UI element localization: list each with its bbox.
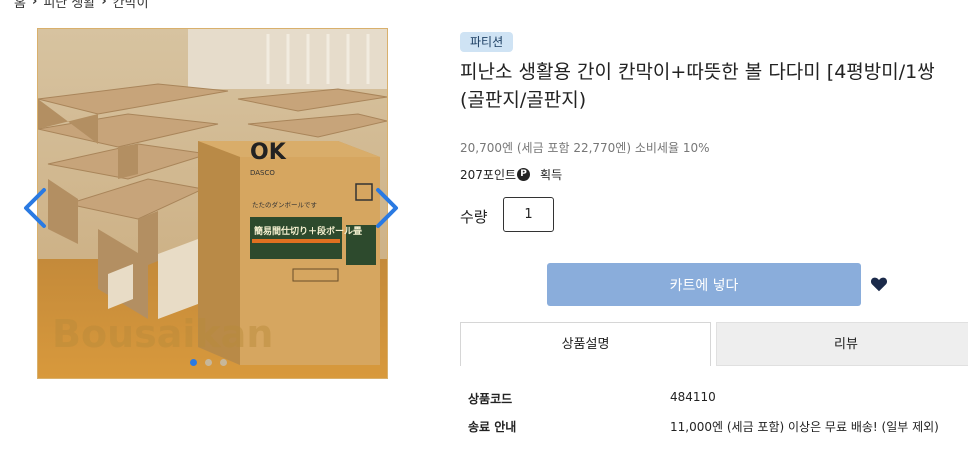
product-title: 피난소 생활용 간이 칸막이+따뜻한 볼 다다미 [4평방미/1쌍 (골판지/골… — [460, 58, 968, 114]
svg-text:簡易間仕切り＋段ボール畳: 簡易間仕切り＋段ボール畳 — [254, 225, 362, 237]
product-image[interactable]: OK DASCO たたのダンボールです 簡易間仕切り＋段ボール畳 Bousaik… — [37, 28, 388, 379]
svg-text:DASCO: DASCO — [250, 169, 275, 177]
chevron-right-icon: › — [31, 0, 38, 9]
svg-text:Bousaikan: Bousaikan — [52, 312, 273, 356]
spec-value: 11,000엔 (세금 포함) 이상은 무료 배송! (일부 제외) — [670, 420, 939, 434]
slide-dot[interactable] — [205, 359, 212, 366]
breadcrumb-item-category[interactable]: 피난 생활 — [43, 0, 95, 11]
quantity-input[interactable] — [503, 197, 554, 232]
points-suffix: 획득 — [540, 168, 563, 182]
add-to-cart-button[interactable]: 카트에 넣다 — [547, 263, 861, 306]
slide-dot[interactable] — [190, 359, 197, 366]
svg-text:たたのダンボールです: たたのダンボールです — [252, 200, 318, 209]
slide-dot[interactable] — [220, 359, 227, 366]
prev-slide-icon[interactable] — [22, 186, 48, 230]
points-amount: 207포인트 — [460, 168, 517, 182]
price-text: 20,700엔 (세금 포함 22,770엔) 소비세율 10% — [460, 141, 710, 155]
chevron-right-icon: › — [101, 0, 107, 9]
product-photo: OK DASCO たたのダンボールです 簡易間仕切り＋段ボール畳 Bousaik… — [38, 29, 387, 378]
tab-review[interactable]: 리뷰 — [716, 322, 968, 366]
spec-key: 상품코드 — [468, 392, 513, 406]
category-badge: 파티션 — [460, 32, 514, 52]
heart-icon[interactable] — [870, 276, 888, 292]
next-slide-icon[interactable] — [374, 186, 400, 230]
spec-key: 송료 안내 — [468, 420, 517, 434]
points-info: 207포인트 P 획득 — [460, 166, 562, 183]
svg-text:OK: OK — [250, 140, 287, 165]
breadcrumb-item-current[interactable]: 칸막이 — [113, 0, 149, 11]
quantity-label: 수량 — [460, 208, 488, 226]
tab-description[interactable]: 상품설명 — [460, 322, 711, 366]
slide-indicator — [190, 359, 227, 366]
spec-value: 484110 — [670, 390, 716, 404]
product-title-line: (골판지/골판지) — [460, 89, 587, 111]
points-icon: P — [517, 168, 531, 181]
breadcrumb: 홈 › 피난 생활 › 칸막이 — [14, 0, 149, 11]
product-title-line: 피난소 생활용 간이 칸막이+따뜻한 볼 다다미 [4평방미/1쌍 — [460, 61, 935, 83]
breadcrumb-item-home[interactable]: 홈 — [14, 0, 26, 11]
